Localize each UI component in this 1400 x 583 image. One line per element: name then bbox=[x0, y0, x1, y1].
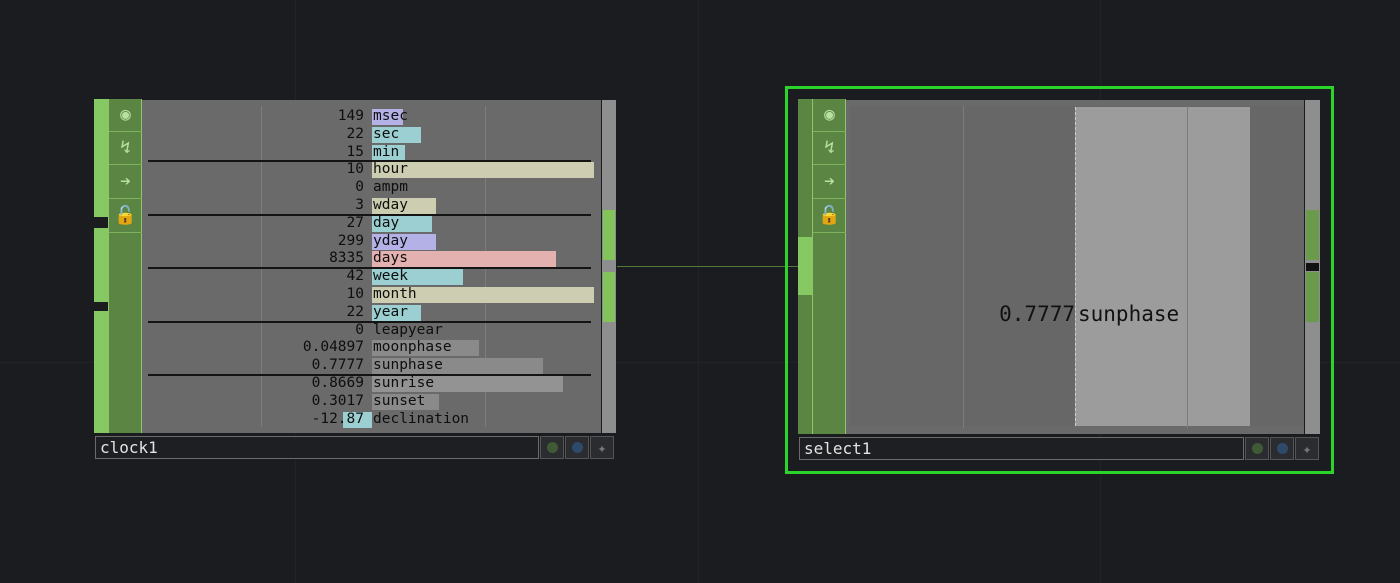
channel-value: 0.04897 bbox=[302, 339, 364, 356]
bypass-icon bbox=[546, 442, 558, 453]
output-connector[interactable] bbox=[1306, 272, 1319, 322]
cook-icon[interactable]: ↯ bbox=[109, 132, 142, 165]
viewer-flag-button[interactable]: ✦ bbox=[1295, 437, 1319, 460]
channel-name: sunphase bbox=[373, 357, 443, 374]
channel-row: 22 year bbox=[142, 304, 601, 322]
arrow-right-icon[interactable]: ➔ bbox=[109, 166, 142, 199]
channel-name: sunset bbox=[373, 392, 426, 409]
value-bar bbox=[1075, 107, 1250, 426]
channel-name: sunrise bbox=[373, 375, 435, 391]
channel-value: 0.3017 bbox=[311, 392, 364, 409]
connection-wire[interactable] bbox=[617, 266, 798, 267]
lock-icon[interactable]: 🔓 bbox=[109, 200, 142, 233]
select-node[interactable]: ◉ ↯ ➔ 🔓 0.7777 sunphase select1 ✦ bbox=[785, 86, 1334, 474]
channel-row: 3 wday bbox=[142, 197, 601, 215]
input-connector[interactable] bbox=[94, 311, 109, 433]
channel-name: month bbox=[373, 286, 417, 302]
channel-name: min bbox=[373, 143, 400, 160]
channel-row: 42 week bbox=[142, 268, 601, 286]
channel-row: 0.8669 sunrise bbox=[142, 375, 601, 393]
output-scrollbar[interactable] bbox=[602, 100, 616, 433]
viewer-flag-button[interactable]: ✦ bbox=[590, 436, 614, 459]
display-icon bbox=[571, 442, 583, 453]
bypass-icon bbox=[1251, 443, 1263, 454]
bypass-flag-button[interactable] bbox=[540, 436, 564, 459]
channel-row: 0 leapyear bbox=[142, 322, 601, 340]
channel-name: declination bbox=[373, 410, 470, 427]
node-name-field[interactable]: clock1 bbox=[95, 436, 539, 459]
display-icon bbox=[1276, 443, 1288, 454]
channel-row: 0.04897 moonphase bbox=[142, 339, 601, 357]
channel-value: 0 bbox=[355, 179, 364, 196]
pin-icon: ✦ bbox=[597, 438, 607, 457]
viewer-gridline bbox=[1187, 106, 1188, 428]
channel-row: 0 ampm bbox=[142, 179, 601, 197]
channel-row: 299 yday bbox=[142, 233, 601, 251]
channel-name: year bbox=[373, 303, 408, 320]
output-connector-gap bbox=[1306, 263, 1319, 271]
channel-value: 0 bbox=[355, 321, 364, 338]
bypass-flag-button[interactable] bbox=[1245, 437, 1269, 460]
channel-viewer[interactable]: 149 msec 22 sec 15 min 10 hour 0 ampm 3 wday 27 day 29… bbox=[142, 100, 601, 433]
channel-value: 8335 bbox=[329, 250, 364, 267]
channel-name: wday bbox=[373, 197, 408, 213]
display-flag-button[interactable] bbox=[1270, 437, 1294, 460]
channel-value: 15 bbox=[346, 143, 364, 160]
channel-row: 0.3017 sunset bbox=[142, 393, 601, 411]
channel-name: ampm bbox=[373, 179, 408, 196]
channel-name: day bbox=[373, 214, 400, 231]
channel-row: -12.87 declination bbox=[142, 411, 601, 429]
channel-name: hour bbox=[373, 161, 408, 178]
arrow-right-icon[interactable]: ➔ bbox=[813, 166, 846, 199]
cook-icon[interactable]: ↯ bbox=[813, 132, 846, 165]
node-toolbar: ◉ ↯ ➔ 🔓 bbox=[812, 99, 846, 434]
channel-name: moonphase bbox=[373, 339, 452, 356]
display-flag-button[interactable] bbox=[565, 436, 589, 459]
channel-value: 10 bbox=[346, 286, 364, 302]
channel-row: 15 min bbox=[142, 144, 601, 162]
viewer-active-icon[interactable]: ◉ bbox=[813, 99, 846, 132]
channel-value: 0.8669 bbox=[311, 375, 364, 391]
viewer-gridline bbox=[963, 106, 964, 428]
output-connector[interactable] bbox=[603, 210, 615, 260]
viewer-active-icon[interactable]: ◉ bbox=[109, 99, 142, 132]
channel-row: 0.7777 sunphase bbox=[142, 357, 601, 375]
channel-name: yday bbox=[373, 232, 408, 249]
channel-row: 27 day bbox=[142, 215, 601, 233]
channel-value: 22 bbox=[346, 303, 364, 320]
channel-row: 10 month bbox=[142, 286, 601, 304]
input-connector[interactable] bbox=[798, 237, 813, 295]
channel-value: 22 bbox=[346, 125, 364, 142]
node-toolbar: ◉ ↯ ➔ 🔓 bbox=[108, 99, 142, 433]
channel-value: 299 bbox=[337, 232, 364, 249]
channel-row: 8335 days bbox=[142, 250, 601, 268]
channel-value: 42 bbox=[346, 268, 364, 285]
output-connector[interactable] bbox=[603, 272, 615, 322]
channel-value: 10 bbox=[346, 161, 364, 178]
lock-icon[interactable]: 🔓 bbox=[813, 200, 846, 233]
channel-viewer[interactable]: 0.7777 sunphase bbox=[846, 100, 1304, 434]
channel-row: 10 hour bbox=[142, 161, 601, 179]
output-connector[interactable] bbox=[1306, 210, 1319, 260]
channel-value: 0.7777 bbox=[311, 357, 364, 374]
channel-row: 149 msec bbox=[142, 108, 601, 126]
input-connector[interactable] bbox=[94, 99, 109, 217]
input-connector[interactable] bbox=[94, 228, 109, 302]
channel-row: 22 sec bbox=[142, 126, 601, 144]
channel-name: days bbox=[373, 250, 408, 267]
output-scrollbar[interactable] bbox=[1305, 100, 1320, 434]
channel-value: -12.87 bbox=[311, 410, 364, 427]
clock-node[interactable]: ◉ ↯ ➔ 🔓 149 msec 22 sec 15 min 10 hour 0 ampm 3 wda… bbox=[94, 99, 618, 461]
channel-name: sunphase bbox=[1078, 302, 1180, 326]
channel-value: 0.7777 bbox=[999, 302, 1075, 326]
channel-value: 27 bbox=[346, 214, 364, 231]
channel-name: week bbox=[373, 268, 408, 285]
node-name-field[interactable]: select1 bbox=[799, 437, 1244, 460]
channel-name: msec bbox=[373, 108, 408, 124]
channel-value: 3 bbox=[355, 197, 364, 213]
pin-icon: ✦ bbox=[1302, 439, 1312, 458]
channel-name: leapyear bbox=[373, 321, 443, 338]
channel-value: 149 bbox=[337, 108, 364, 124]
channel-name: sec bbox=[373, 125, 400, 142]
